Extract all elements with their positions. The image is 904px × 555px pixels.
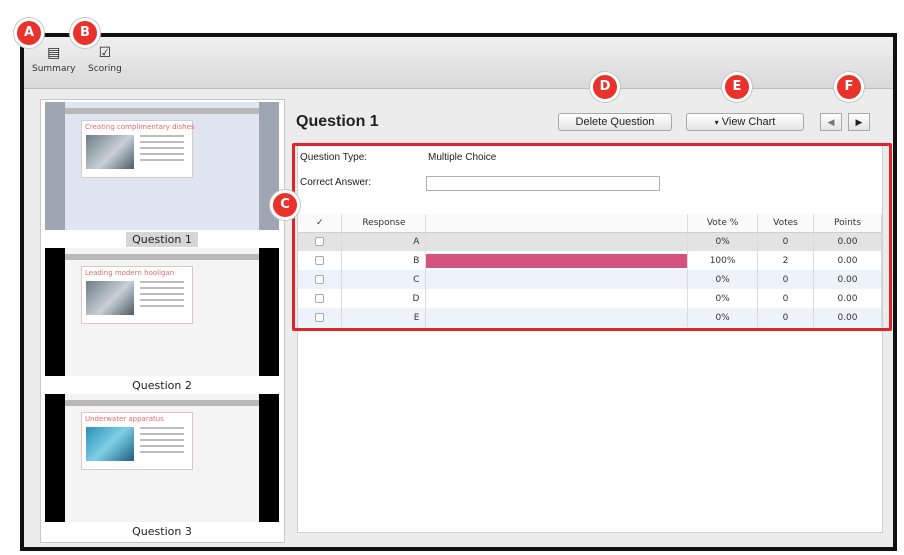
toolbar: ▤ Summary ☑ Scoring (24, 37, 893, 89)
callout-c: C (270, 190, 300, 220)
slide-image (86, 135, 134, 169)
summary-icon: ▤ (47, 45, 61, 61)
scoring-label: Scoring (88, 64, 122, 74)
slide-image (86, 427, 134, 461)
summary-label: Summary (32, 64, 76, 74)
slide-thumbnail-1[interactable]: Creating complimentary dishes Question 1 (43, 102, 281, 250)
slide-thumbnail-2[interactable]: Leading modern hooligan Question 2 (43, 248, 281, 396)
slide-label: Question 1 (43, 232, 281, 247)
callout-a: A (14, 18, 44, 48)
slide-title: Creating complimentary dishes (85, 123, 195, 131)
slide-preview: Creating complimentary dishes (45, 102, 279, 230)
slide-title: Leading modern hooligan (85, 269, 175, 277)
scoring-checkbox-icon: ☑ (98, 45, 112, 61)
question-title: Question 1 (296, 113, 379, 130)
prev-question-button[interactable]: ◀ (820, 113, 842, 131)
slide-sidebar[interactable]: Creating complimentary dishes Question 1… (40, 99, 285, 543)
summary-button[interactable]: ▤ Summary (32, 45, 76, 74)
slide-thumbnail-3[interactable]: Underwater apparatus Question 3 (43, 394, 281, 542)
callout-f: F (834, 72, 864, 102)
slide-preview: Leading modern hooligan (45, 248, 279, 376)
next-arrow-icon: ▶ (855, 117, 863, 127)
callout-e: E (722, 72, 752, 102)
chart-icon: ▾ (714, 118, 719, 127)
scoring-button[interactable]: ☑ Scoring (88, 45, 122, 74)
delete-question-button[interactable]: Delete Question (558, 113, 672, 131)
callout-b: B (70, 18, 100, 48)
prev-arrow-icon: ◀ (827, 117, 835, 127)
slide-title: Underwater apparatus (85, 415, 164, 423)
next-question-button[interactable]: ▶ (848, 113, 870, 131)
view-chart-button[interactable]: ▾ View Chart (686, 113, 804, 131)
slide-image (86, 281, 134, 315)
slide-label: Question 3 (132, 525, 192, 538)
slide-preview: Underwater apparatus (45, 394, 279, 522)
slide-label: Question 2 (132, 379, 192, 392)
responses-highlight-box (292, 143, 892, 331)
callout-d: D (590, 72, 620, 102)
